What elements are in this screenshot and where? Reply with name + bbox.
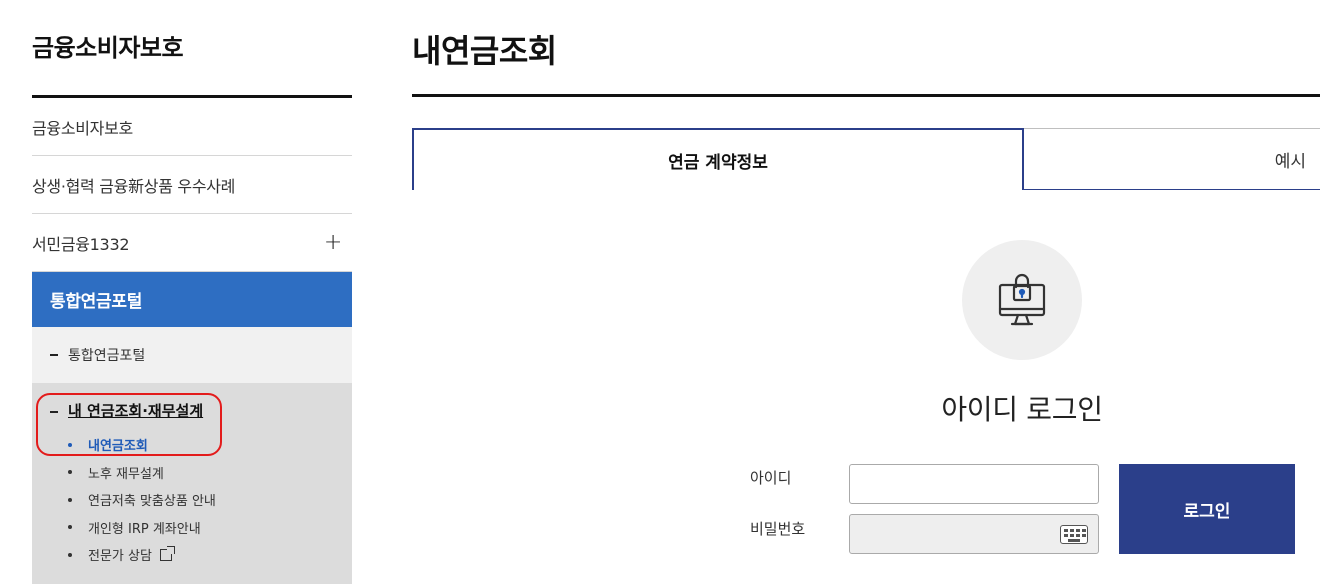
bullet-icon [68,470,72,475]
sidebar-link-label: 노후 재무설계 [88,466,164,482]
password-label: 비밀번호 [750,520,806,538]
sidebar-link-expert-consult[interactable]: 전문가 상담 [68,541,216,569]
sidebar-subitem-pension-portal[interactable]: 통합연금포털 [32,327,352,383]
external-link-icon [159,545,175,561]
computer-lock-icon [962,240,1082,360]
sidebar-item-label: 서민금융1332 [32,234,130,254]
bullet-icon [68,442,72,447]
sidebar-subgroup-heading-label: 내 연금조회·재무설계 [68,402,204,420]
sidebar-item-consumer-protection[interactable]: 금융소비자보호 [32,98,352,156]
plus-icon[interactable]: + [324,230,342,255]
sidebar-link-label: 연금저축 맞춤상품 안내 [88,494,216,510]
virtual-keyboard-icon[interactable] [1060,525,1088,544]
bullet-icon [68,525,72,530]
page-title: 내연금조회 [412,32,557,70]
sidebar-link-label: 내연금조회 [88,439,148,455]
login-heading: 아이디 로그인 [941,393,1103,426]
id-label: 아이디 [750,469,792,487]
title-divider [412,94,1320,97]
sidebar-link-label: 전문가 상담 [88,549,152,565]
sidebar-link-label: 개인형 IRP 계좌안내 [88,521,201,537]
sidebar-subgroup-heading[interactable]: 내 연금조회·재무설계 [50,400,203,421]
sidebar-link-my-pension[interactable]: 내연금조회 [68,431,216,459]
dash-icon [50,410,58,413]
sidebar-item-label: 상생·협력 금융新상품 우수사례 [32,176,236,196]
tab-contract-info[interactable]: 연금 계약정보 [412,128,1024,190]
sidebar-link-retirement-planning[interactable]: 노후 재무설계 [68,459,216,487]
sidebar-item-new-products[interactable]: 상생·협력 금융新상품 우수사례 [32,156,352,214]
sidebar-subitem-label: 통합연금포털 [68,348,146,364]
sidebar-item-label: 금융소비자보호 [32,118,133,138]
id-field[interactable] [849,464,1099,504]
sidebar-link-irp[interactable]: 개인형 IRP 계좌안내 [68,514,216,542]
password-field[interactable] [849,514,1099,554]
tab-example[interactable]: 예시 [1024,128,1320,190]
login-button[interactable]: 로그인 [1119,464,1295,554]
sidebar-subgroup-list: 내연금조회 노후 재무설계 연금저축 맞춤상품 안내 개인형 IRP 계좌안내 … [68,431,216,569]
bullet-icon [68,497,72,502]
sidebar-item-1332[interactable]: 서민금융1332 + [32,214,352,272]
tab-bar: 연금 계약정보 예시 [412,128,1320,190]
sidebar-subgroup: 내 연금조회·재무설계 내연금조회 노후 재무설계 연금저축 맞춤상품 안내 개… [32,383,352,584]
sidebar-title: 금융소비자보호 [32,34,184,62]
bullet-icon [68,552,72,557]
sidebar-item-pension-portal[interactable]: 통합연금포털 [32,272,352,327]
dash-icon [50,354,58,356]
sidebar-link-pension-savings[interactable]: 연금저축 맞춤상품 안내 [68,486,216,514]
sidebar: 금융소비자보호 금융소비자보호 상생·협력 금융新상품 우수사례 서민금융133… [32,0,352,584]
